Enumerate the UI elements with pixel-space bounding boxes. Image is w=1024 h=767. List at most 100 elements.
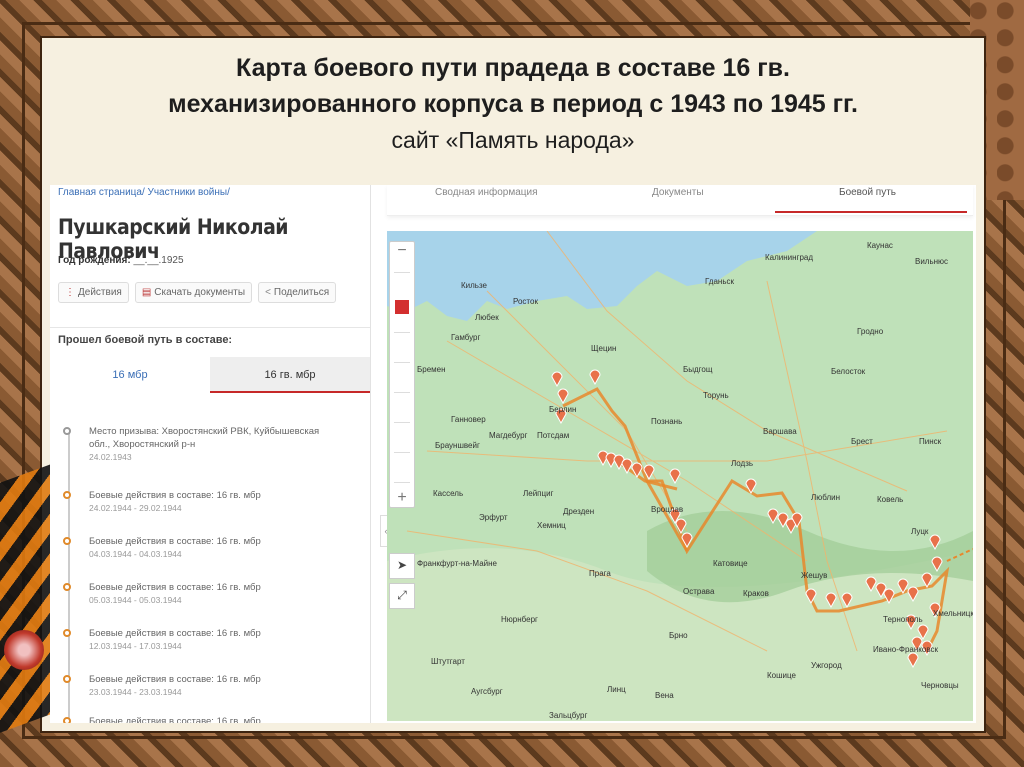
breadcrumb[interactable]: Главная страница/ Участники войны/ bbox=[58, 187, 230, 198]
timeline-date: 12.03.1944 - 17.03.1944 bbox=[89, 641, 182, 651]
fullscreen-icon[interactable]: ⤢ bbox=[389, 583, 415, 609]
timeline-event: Боевые действия в составе: 16 гв. мбр bbox=[89, 490, 261, 501]
timeline-date: 04.03.1944 - 04.03.1944 bbox=[89, 549, 182, 559]
city-label: Быдгощ bbox=[683, 365, 713, 374]
action-buttons: ⋮ Действия ▤ Скачать документы < Поделиться bbox=[58, 282, 337, 303]
city-label: Белосток bbox=[831, 367, 866, 376]
city-label: Гамбург bbox=[451, 333, 481, 342]
combat-path-map[interactable]: Каунас Вильнюс Калининград Гданьск Кильз… bbox=[387, 231, 973, 721]
route-marker bbox=[557, 388, 569, 405]
tab-summary[interactable]: Сводная информация bbox=[435, 185, 538, 201]
actions-button[interactable]: ⋮ Действия bbox=[58, 282, 129, 303]
zoom-tick bbox=[394, 452, 410, 453]
divider bbox=[50, 327, 370, 328]
city-label: Нюрнберг bbox=[501, 615, 538, 624]
city-label: Кассель bbox=[433, 489, 464, 498]
tab-documents[interactable]: Документы bbox=[652, 185, 704, 201]
download-label: Скачать документы bbox=[154, 287, 246, 298]
route-marker bbox=[669, 468, 681, 485]
zoom-tick bbox=[394, 272, 410, 273]
zoom-out-button[interactable]: − bbox=[390, 242, 414, 260]
timeline-dot bbox=[63, 629, 71, 637]
zoom-slider[interactable]: − + bbox=[389, 241, 415, 508]
title-line-2: механизированного корпуса в период с 194… bbox=[168, 90, 858, 118]
city-label: Вроцлав bbox=[651, 505, 684, 514]
city-label: Эрфурт bbox=[479, 513, 508, 522]
profile-panel: Главная страница/ Участники войны/ Пушка… bbox=[50, 185, 371, 723]
city-label: Луцк bbox=[911, 527, 929, 536]
city-label: Ужгород bbox=[811, 661, 842, 670]
zoom-tick bbox=[394, 422, 410, 423]
city-label: Штутгарт bbox=[431, 657, 465, 666]
share-label: Поделиться bbox=[273, 287, 330, 298]
title-line-3: сайт «Память народа» bbox=[391, 127, 635, 153]
locate-icon[interactable]: ➤ bbox=[389, 553, 415, 579]
city-label: Тернополь bbox=[883, 615, 923, 624]
document-icon: ▤ bbox=[141, 287, 152, 298]
tab-unit-16-gv-mbr[interactable]: 16 гв. мбр bbox=[210, 357, 370, 393]
city-label: Дрезден bbox=[563, 507, 595, 516]
timeline-text: Боевые действия в составе: 16 гв. мбр 23.… bbox=[89, 673, 339, 699]
city-label: Аугсбург bbox=[471, 687, 503, 696]
timeline-text: Боевые действия в составе: 16 гв. мбр bbox=[89, 715, 339, 723]
city-label: Бремен bbox=[417, 365, 446, 374]
timeline-text: Боевые действия в составе: 16 гв. мбр 04.… bbox=[89, 535, 339, 561]
tab-combat-path[interactable]: Боевой путь bbox=[839, 185, 896, 201]
city-label: Франкфурт-на-Майне bbox=[417, 559, 497, 568]
city-label: Магдебург bbox=[489, 431, 528, 440]
timeline-text: Боевые действия в составе: 16 гв. мбр 05.… bbox=[89, 581, 339, 607]
city-label: Познань bbox=[651, 417, 683, 426]
timeline-event: Боевые действия в составе: 16 гв. мбр bbox=[89, 536, 261, 547]
timeline-dot bbox=[63, 427, 71, 435]
unit-tabs: 16 мбр 16 гв. мбр bbox=[50, 357, 370, 393]
timeline-date: 24.02.1943 bbox=[89, 452, 132, 462]
zoom-tick bbox=[394, 332, 410, 333]
content-tabs: Сводная информация Документы Боевой путь bbox=[387, 185, 973, 216]
route-marker bbox=[631, 462, 643, 479]
city-label: Люблин bbox=[811, 493, 841, 502]
city-label: Ковель bbox=[877, 495, 904, 504]
zoom-in-button[interactable]: + bbox=[390, 489, 414, 507]
units-heading: Прошел боевой путь в составе: bbox=[58, 334, 233, 346]
city-label: Лейпциг bbox=[523, 489, 554, 498]
timeline-event: Боевые действия в составе: 16 гв. мбр bbox=[89, 674, 261, 685]
zoom-handle[interactable] bbox=[395, 300, 409, 314]
city-label: Лодзь bbox=[731, 459, 754, 468]
timeline-dot bbox=[63, 537, 71, 545]
city-label: Кошице bbox=[767, 671, 796, 680]
city-label: Потсдам bbox=[537, 431, 570, 440]
city-label: Катовице bbox=[713, 559, 748, 568]
timeline-dot bbox=[63, 675, 71, 683]
carnation-flower bbox=[4, 630, 44, 670]
route-marker bbox=[551, 371, 563, 388]
city-label: Вильнюс bbox=[915, 257, 949, 266]
timeline-event: Боевые действия в составе: 16 гв. мбр bbox=[89, 582, 261, 593]
city-label: Жешув bbox=[801, 571, 828, 580]
slide-title: Карта боевого пути прадеда в составе 16 … bbox=[40, 50, 986, 158]
menu-dots-icon: ⋮ bbox=[65, 287, 75, 298]
share-icon: < bbox=[265, 287, 271, 298]
city-label: Черновцы bbox=[921, 681, 959, 690]
timeline-dot bbox=[63, 491, 71, 499]
city-label: Варшава bbox=[763, 427, 797, 436]
actions-label: Действия bbox=[78, 287, 122, 298]
city-label: Брно bbox=[669, 631, 688, 640]
city-label: Каунас bbox=[867, 241, 893, 250]
city-label: Прага bbox=[589, 569, 611, 578]
timeline-event: Место призыва: Хворостянский РВК, Куйбыш… bbox=[89, 426, 320, 450]
timeline-date: 23.03.1944 - 23.03.1944 bbox=[89, 687, 182, 697]
timeline-event: Боевые действия в составе: 16 гв. мбр bbox=[89, 716, 261, 723]
timeline-date: 05.03.1944 - 05.03.1944 bbox=[89, 595, 182, 605]
timeline-event: Боевые действия в составе: 16 гв. мбр bbox=[89, 628, 261, 639]
city-label: Острава bbox=[683, 587, 715, 596]
download-documents-button[interactable]: ▤ Скачать документы bbox=[134, 282, 253, 303]
city-label: Торунь bbox=[703, 391, 729, 400]
website-screenshot: Главная страница/ Участники войны/ Пушка… bbox=[50, 185, 976, 723]
tab-unit-16-mbr[interactable]: 16 мбр bbox=[50, 357, 210, 393]
city-label: Кильзе bbox=[461, 281, 487, 290]
zoom-tick bbox=[394, 482, 410, 483]
share-button[interactable]: < Поделиться bbox=[258, 282, 337, 303]
timeline-text: Боевые действия в составе: 16 гв. мбр 12.… bbox=[89, 627, 339, 653]
zoom-tick bbox=[394, 392, 410, 393]
birth-date: Год рождения: __.__.1925 bbox=[58, 255, 184, 266]
